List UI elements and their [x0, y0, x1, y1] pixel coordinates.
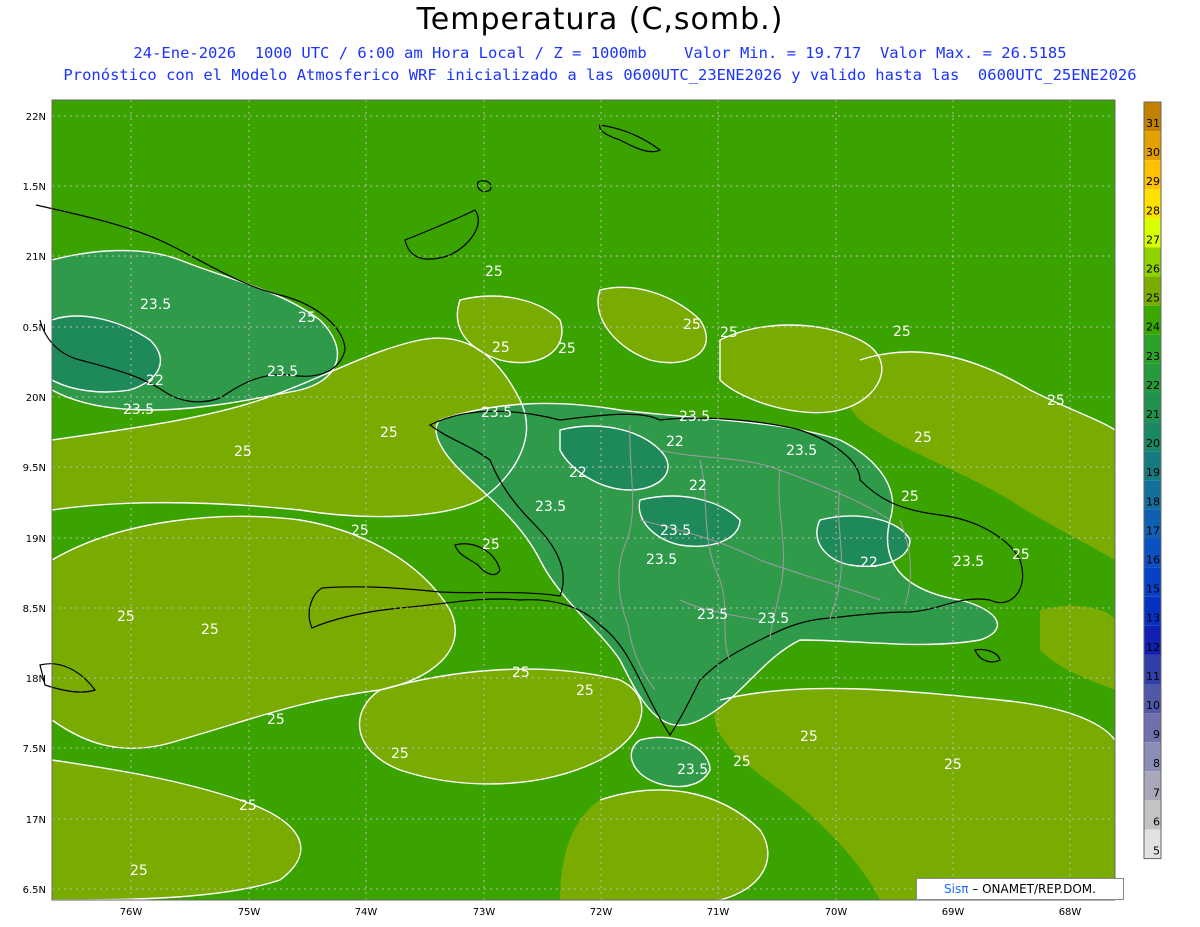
legend-label: 21 [1146, 408, 1160, 421]
contour-label: 23.5 [660, 523, 691, 539]
lat-label: 22N [26, 112, 46, 123]
lon-label: 75W [238, 907, 261, 918]
contour-label: 25 [558, 341, 576, 357]
sispi-logo: Sisπ [944, 882, 969, 896]
contour-label: 22 [569, 465, 587, 481]
lon-label: 74W [355, 907, 378, 918]
lat-label: 0.5N [23, 323, 46, 334]
legend-label: 18 [1146, 495, 1160, 508]
contour-label: 23.5 [786, 443, 817, 459]
legend-label: 22 [1146, 379, 1160, 392]
legend-label: 5 [1153, 845, 1160, 858]
contour-label: 25 [482, 537, 500, 553]
legend-label: 24 [1146, 321, 1160, 334]
lat-label: 1.5N [23, 182, 46, 193]
contour-label: 23.5 [267, 364, 298, 380]
contour-label: 23.5 [140, 297, 171, 313]
contour-label: 25 [380, 425, 398, 441]
lat-label: 18N [26, 674, 46, 685]
lon-label: 70W [825, 907, 848, 918]
contour-label: 25 [492, 340, 510, 356]
legend-label: 29 [1146, 175, 1160, 188]
contour-label: 25 [298, 310, 316, 326]
contour-label: 23.5 [123, 402, 154, 418]
contour-label: 25 [130, 863, 148, 879]
lon-label: 76W [120, 907, 143, 918]
credit-box: Sisπ – ONAMET/REP.DOM. [916, 878, 1124, 900]
contour-label: 25 [117, 609, 135, 625]
contour-label: 22 [689, 478, 707, 494]
contour-label: 25 [576, 683, 594, 699]
contour-label: 25 [1012, 547, 1030, 563]
lon-label: 71W [707, 907, 730, 918]
legend-label: 13 [1146, 612, 1160, 625]
contour-label: 23.5 [953, 554, 984, 570]
contour-label: 25 [234, 444, 252, 460]
legend-label: 27 [1146, 233, 1160, 246]
contour-label: 23.5 [535, 499, 566, 515]
latitude-labels: 22N 1.5N 21N 0.5N 20N 9.5N 19N 8.5N 18N … [23, 112, 46, 896]
contour-label: 23.5 [481, 405, 512, 421]
contour-label: 25 [267, 712, 285, 728]
contour-label: 23.5 [758, 611, 789, 627]
contour-label: 25 [239, 798, 257, 814]
legend-label: 19 [1146, 466, 1160, 479]
contour-label: 25 [391, 746, 409, 762]
lat-label: 21N [26, 252, 46, 263]
contour-label: 23.5 [679, 409, 710, 425]
lat-label: 8.5N [23, 604, 46, 615]
legend-label: 25 [1146, 292, 1160, 305]
lon-label: 72W [590, 907, 613, 918]
legend-label: 10 [1146, 699, 1160, 712]
contour-label: 25 [683, 317, 701, 333]
contour-label: 25 [720, 325, 738, 341]
legend-label: 6 [1153, 815, 1160, 828]
contour-label: 25 [485, 264, 503, 280]
legend-label: 23 [1146, 350, 1160, 363]
credit-text: – ONAMET/REP.DOM. [972, 882, 1096, 896]
legend-label: 11 [1146, 670, 1160, 683]
contour-label: 25 [901, 489, 919, 505]
legend-label: 20 [1146, 437, 1160, 450]
temperature-map: 22N 1.5N 21N 0.5N 20N 9.5N 19N 8.5N 18N … [23, 99, 1162, 918]
lon-label: 73W [473, 907, 496, 918]
contour-label: 23.5 [646, 552, 677, 568]
contour-label: 25 [800, 729, 818, 745]
lon-label: 69W [942, 907, 965, 918]
contour-label: 22 [666, 434, 684, 450]
contour-label: 25 [733, 754, 751, 770]
contour-label: 25 [914, 430, 932, 446]
lat-label: 20N [26, 393, 46, 404]
legend-label: 30 [1146, 146, 1160, 159]
legend-label: 8 [1153, 757, 1160, 770]
lat-label: 19N [26, 534, 46, 545]
contour-label: 22 [860, 555, 878, 571]
legend-label: 7 [1153, 786, 1160, 799]
legend-label: 9 [1153, 728, 1160, 741]
legend-label: 15 [1146, 583, 1160, 596]
contour-label: 23.5 [697, 607, 728, 623]
contour-label: 25 [893, 324, 911, 340]
contour-label: 25 [944, 757, 962, 773]
legend-label: 28 [1146, 204, 1160, 217]
legend-label: 12 [1146, 641, 1160, 654]
color-legend: 31 30 29 28 27 26 25 24 23 22 21 20 19 18 17 16 15 13 12 11… [1143, 101, 1162, 860]
contour-label: 23.5 [677, 762, 708, 778]
legend-label: 16 [1146, 554, 1160, 567]
legend-label: 17 [1146, 524, 1160, 537]
contour-label: 25 [351, 523, 369, 539]
lat-label: 7.5N [23, 744, 46, 755]
lat-label: 17N [26, 815, 46, 826]
lat-label: 6.5N [23, 885, 46, 896]
lon-label: 68W [1059, 907, 1082, 918]
contour-label: 25 [512, 665, 530, 681]
lat-label: 9.5N [23, 463, 46, 474]
contour-label: 22 [146, 373, 164, 389]
longitude-labels: 76W 75W 74W 73W 72W 71W 70W 69W 68W [120, 907, 1082, 918]
legend-label: 26 [1146, 263, 1160, 276]
legend-label: 31 [1146, 117, 1160, 130]
contour-label: 25 [201, 622, 219, 638]
contour-label: 25 [1047, 393, 1065, 409]
